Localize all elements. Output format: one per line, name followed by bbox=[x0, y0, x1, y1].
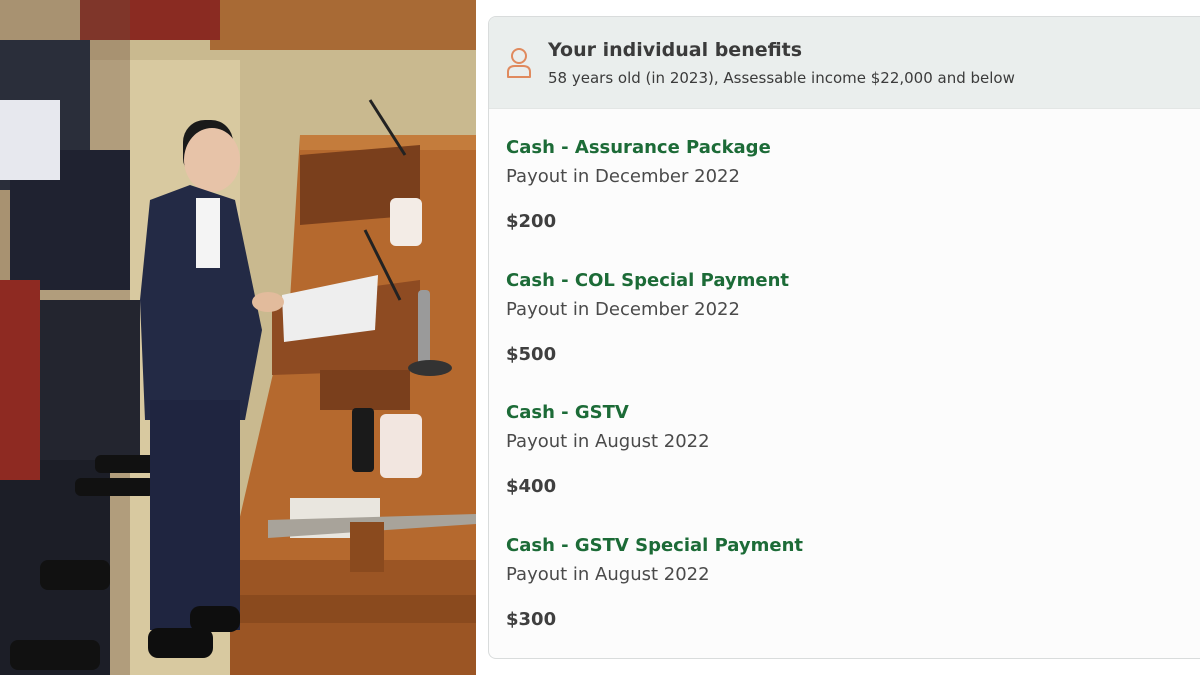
benefit-name: Cash - GSTV bbox=[506, 402, 629, 423]
parliament-photo bbox=[0, 0, 476, 675]
benefit-item: Cash - GSTV Payout in August 2022 $400 bbox=[506, 402, 710, 498]
benefit-name: Cash - GSTV Special Payment bbox=[506, 535, 803, 556]
person-icon bbox=[507, 48, 531, 78]
benefit-item: Cash - GSTV Special Payment Payout in Au… bbox=[506, 535, 803, 631]
benefit-amount: $500 bbox=[506, 344, 557, 365]
benefit-payout: Payout in August 2022 bbox=[506, 564, 710, 585]
benefit-item: Cash - Assurance Package Payout in Decem… bbox=[506, 137, 771, 233]
benefit-item: Cash - COL Special Payment Payout in Dec… bbox=[506, 270, 789, 366]
benefit-name: Cash - COL Special Payment bbox=[506, 270, 790, 291]
benefit-payout: Payout in December 2022 bbox=[506, 166, 740, 187]
benefits-card: Your individual benefits 58 years old (i… bbox=[488, 16, 1200, 659]
benefit-payout: Payout in December 2022 bbox=[506, 299, 740, 320]
benefit-name: Cash - Assurance Package bbox=[506, 137, 771, 158]
benefit-amount: $300 bbox=[506, 609, 557, 630]
benefits-title: Your individual benefits bbox=[548, 39, 803, 61]
benefits-card-header: Your individual benefits 58 years old (i… bbox=[489, 17, 1200, 109]
benefit-amount: $400 bbox=[506, 476, 557, 497]
benefits-subtitle: 58 years old (in 2023), Assessable incom… bbox=[548, 69, 1015, 87]
benefit-amount: $200 bbox=[506, 211, 557, 232]
benefit-payout: Payout in August 2022 bbox=[506, 431, 710, 452]
